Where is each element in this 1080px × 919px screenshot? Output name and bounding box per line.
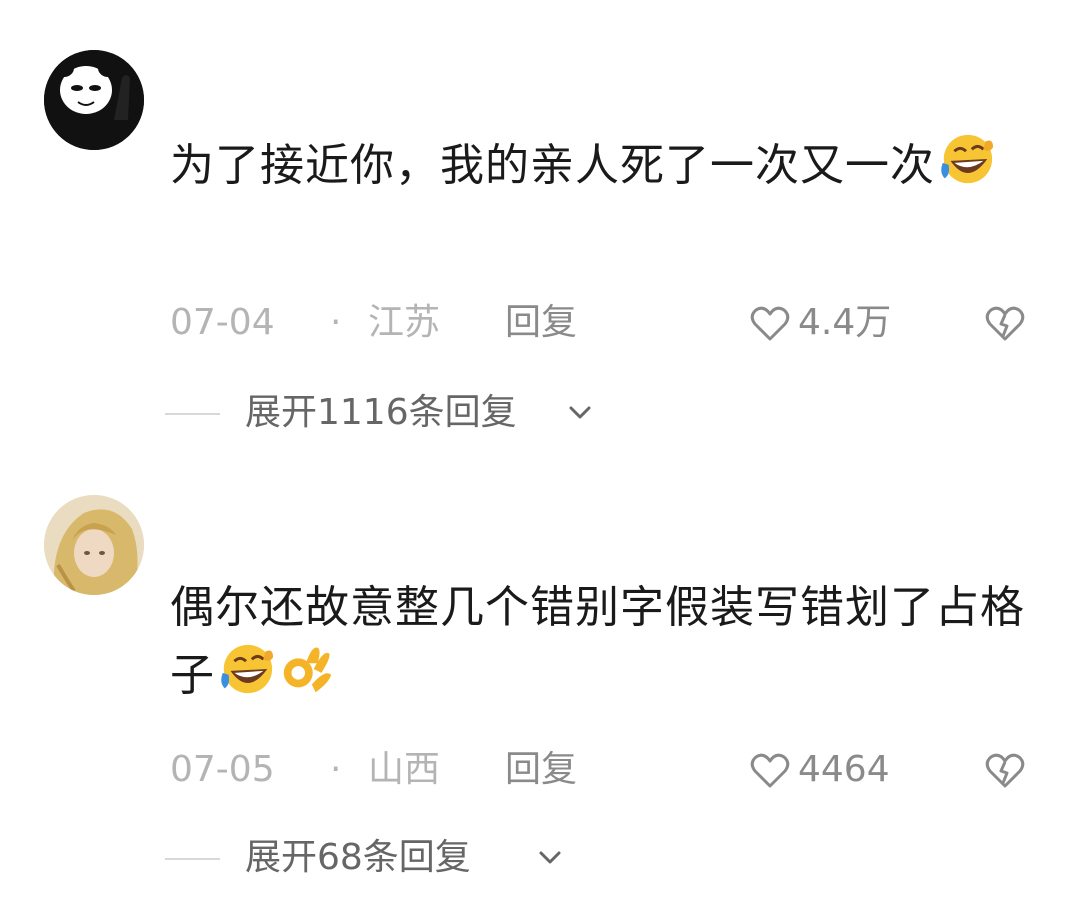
- heart-icon[interactable]: [750, 753, 790, 789]
- comment-text: 偶尔还故意整几个错别字假装写错划了占格子: [170, 575, 1030, 708]
- ok-hand-icon: [283, 647, 332, 693]
- comment-item: 偶尔还故意整几个错别字假装写错划了占格子 07-05 · 山西 回复 4464: [0, 460, 1080, 919]
- divider-line: [165, 858, 220, 860]
- comment-date: 07-05: [170, 749, 275, 790]
- expand-replies-label[interactable]: 展开1116条回复: [245, 388, 517, 438]
- expand-replies[interactable]: 展开1116条回复: [165, 388, 765, 438]
- expand-replies-label[interactable]: 展开68条回复: [245, 833, 471, 883]
- comment-date: 07-04: [170, 302, 275, 343]
- chevron-down-icon[interactable]: [535, 843, 565, 873]
- comment-meta: 07-05 · 山西 回复 4464: [170, 745, 1050, 795]
- chevron-down-icon[interactable]: [565, 398, 595, 428]
- expand-replies[interactable]: 展开68条回复: [165, 833, 765, 883]
- panda-meme-avatar-icon: [44, 50, 144, 150]
- face-with-tears-of-joy-icon: [221, 644, 274, 694]
- broken-heart-icon[interactable]: [985, 753, 1025, 789]
- avatar[interactable]: [44, 50, 144, 150]
- meta-separator: ·: [330, 302, 342, 343]
- meta-separator: ·: [330, 749, 342, 790]
- reply-button[interactable]: 回复: [505, 298, 577, 348]
- broken-heart-icon[interactable]: [985, 306, 1025, 342]
- comment-location: 江苏: [368, 302, 441, 343]
- divider-line: [165, 413, 220, 415]
- comment-item: 为了接近你，我的亲人死了一次又一次 07-04 · 江苏 回复 4.4万 展开1…: [0, 0, 1080, 460]
- reply-button[interactable]: 回复: [505, 745, 577, 795]
- comment-location: 山西: [368, 749, 441, 790]
- comment-text-content: 为了接近你，我的亲人死了一次又一次: [170, 140, 935, 191]
- like-count: 4464: [798, 749, 890, 790]
- comment-text: 为了接近你，我的亲人死了一次又一次: [170, 130, 1030, 198]
- avatar[interactable]: [44, 495, 144, 595]
- heart-icon[interactable]: [750, 306, 790, 342]
- comment-meta: 07-04 · 江苏 回复 4.4万: [170, 298, 1050, 348]
- anime-character-avatar-icon: [44, 495, 144, 595]
- like-count: 4.4万: [798, 302, 892, 343]
- face-with-tears-of-joy-icon: [941, 134, 994, 184]
